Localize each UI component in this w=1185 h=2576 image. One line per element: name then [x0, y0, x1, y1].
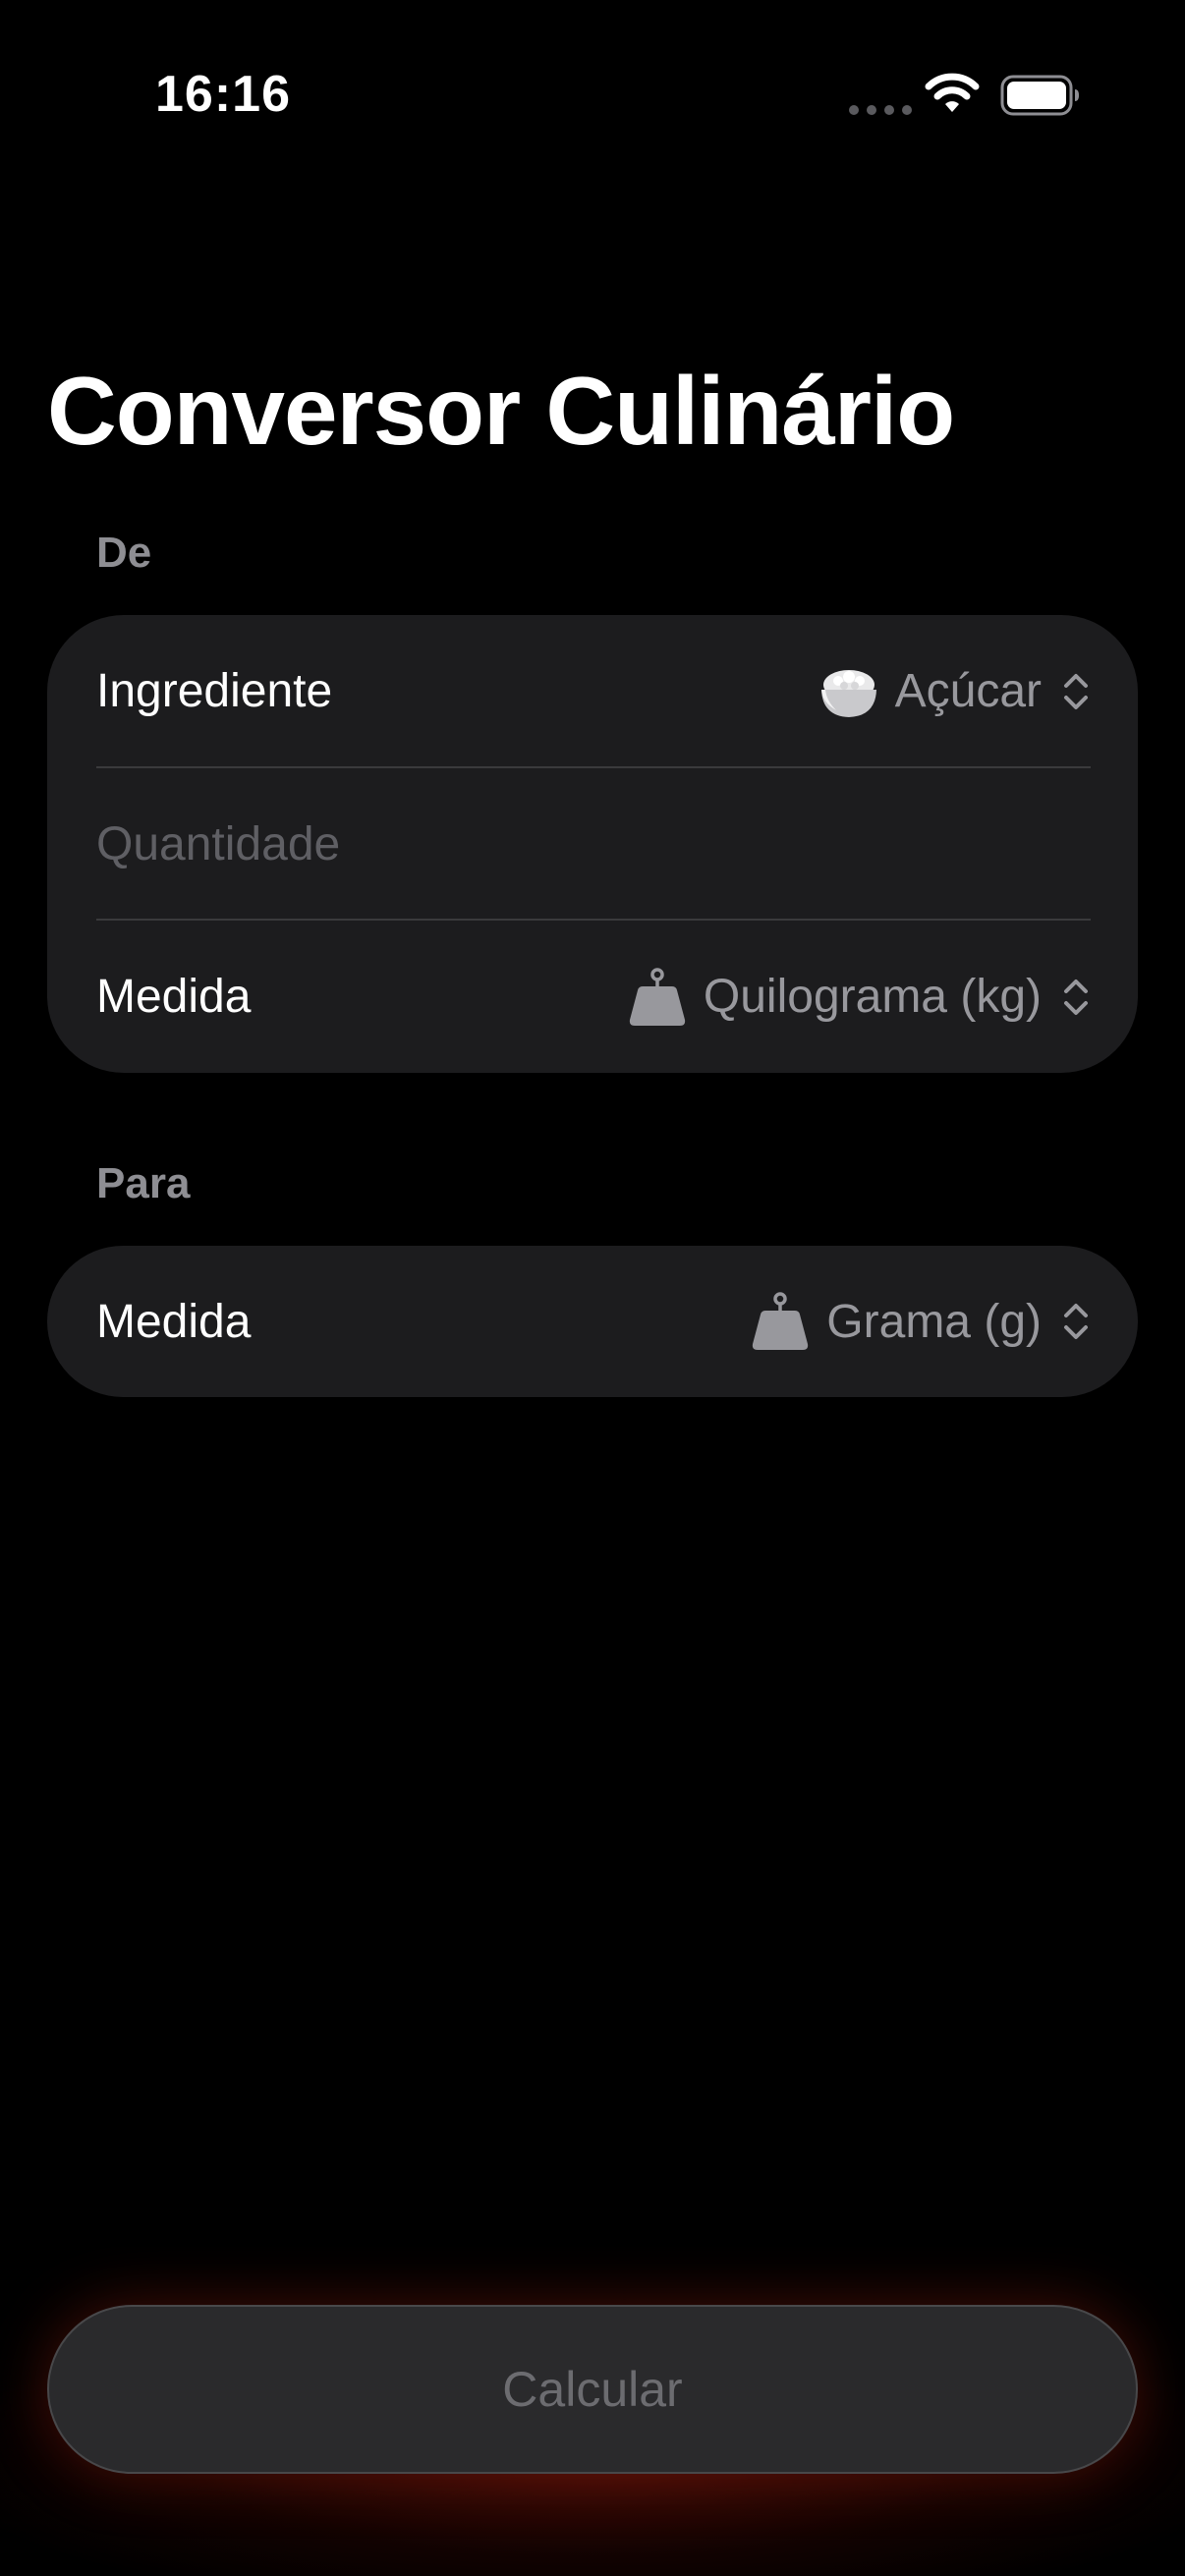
chevron-up-down-icon [1064, 673, 1088, 709]
from-measure-picker[interactable]: Quilograma (kg) [625, 965, 1091, 1030]
ingredient-value: Açúcar [894, 665, 1042, 717]
to-card: Medida Grama (g) [47, 1246, 1138, 1397]
chevron-up-down-icon [1064, 1304, 1088, 1339]
to-measure-row: Medida Grama (g) [96, 1246, 1091, 1397]
to-measure-value: Grama (g) [826, 1295, 1042, 1348]
weight-icon [753, 1292, 809, 1350]
from-card: Ingrediente Açúcar Medida [47, 615, 1138, 1073]
chevron-up-down-icon [1064, 979, 1088, 1015]
section-header-to: Para [96, 1159, 191, 1207]
quantity-input[interactable] [96, 817, 1091, 871]
status-time: 16:16 [155, 66, 291, 123]
from-measure-value: Quilograma (kg) [703, 971, 1042, 1023]
quantity-row [96, 768, 1091, 921]
ingredient-label: Ingrediente [96, 665, 333, 717]
sugar-bowl-icon [820, 669, 876, 717]
wifi-icon [925, 73, 980, 112]
section-header-from: De [96, 529, 152, 577]
status-bar: 16:16 [0, 0, 1185, 187]
ingredient-picker[interactable]: Açúcar [817, 659, 1091, 724]
battery-icon [1000, 75, 1079, 116]
from-measure-label: Medida [96, 971, 252, 1023]
page-title: Conversor Culinário [47, 357, 955, 465]
weight-icon [629, 967, 686, 1026]
to-measure-label: Medida [96, 1295, 252, 1348]
ingredient-row: Ingrediente Açúcar [96, 615, 1091, 767]
cellular-signal-icon [849, 105, 912, 115]
calculate-button[interactable]: Calcular [47, 2305, 1138, 2474]
to-measure-picker[interactable]: Grama (g) [748, 1289, 1091, 1354]
from-measure-row: Medida Quilograma (kg) [96, 921, 1091, 1073]
